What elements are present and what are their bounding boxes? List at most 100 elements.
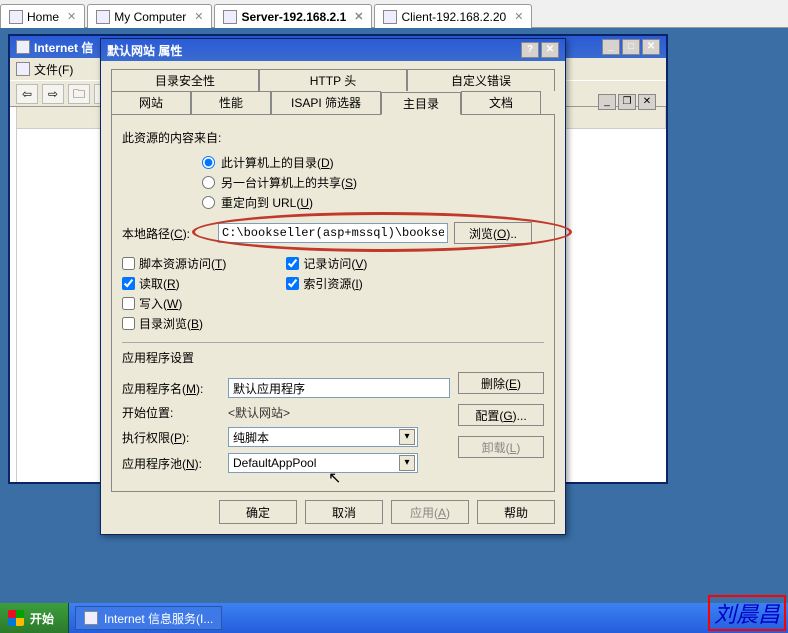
browse-button[interactable]: 浏览(O).. (454, 222, 532, 244)
vm-tab-label: Client-192.168.2.20 (401, 10, 506, 24)
radio-share-label: 另一台计算机上的共享(S) (221, 174, 357, 191)
app-settings-label: 应用程序设置 (122, 349, 544, 366)
chevron-down-icon: ▾ (399, 455, 415, 471)
close-icon[interactable]: ✕ (514, 10, 523, 23)
dialog-button-row: 确定 取消 应用(A) 帮助 (111, 500, 555, 524)
vm-tab-bar: Home ✕ My Computer ✕ Server-192.168.2.1 … (0, 0, 788, 28)
radio-redirect-label: 重定向到 URL(U) (221, 194, 313, 211)
app-name-input[interactable] (228, 378, 450, 398)
close-button[interactable]: ✕ (541, 42, 559, 58)
local-path-input[interactable] (218, 223, 448, 243)
tab-website[interactable]: 网站 (111, 91, 191, 114)
vm-tab-label: My Computer (114, 10, 186, 24)
website-properties-dialog: 默认网站 属性 ? ✕ 目录安全性 HTTP 头 自定义错误 网站 性能 ISA… (100, 38, 566, 535)
radio-redirect-url[interactable] (202, 196, 215, 209)
mdi-close-button[interactable]: ✕ (638, 94, 656, 110)
local-path-label: 本地路径(C): (122, 225, 212, 242)
iis-app-icon (16, 40, 30, 54)
radio-local-label: 此计算机上的目录(D) (221, 154, 334, 171)
permissions-grid: 脚本资源访问(T) 读取(R) 写入(W) 目录浏览(B) 记录访问(V) 索引… (122, 254, 544, 332)
local-path-row: 本地路径(C): 浏览(O).. (122, 222, 544, 244)
mdi-minimize-button[interactable]: _ (598, 94, 616, 110)
close-icon[interactable]: ✕ (67, 10, 76, 23)
start-button[interactable]: 开始 (0, 603, 69, 633)
close-icon[interactable]: ✕ (354, 10, 363, 23)
dlg-help-button[interactable]: 帮助 (477, 500, 555, 524)
taskbar-item-label: Internet 信息服务(I... (104, 610, 213, 627)
tab-isapi[interactable]: ISAPI 筛选器 (271, 91, 381, 114)
remove-button[interactable]: 删除(E) (458, 372, 544, 394)
up-button[interactable]: 🗀 (68, 84, 90, 104)
taskbar: 开始 Internet 信息服务(I... (0, 603, 788, 633)
help-button[interactable]: ? (521, 42, 539, 58)
vm-tab-label: Server-192.168.2.1 (241, 10, 346, 24)
start-label: 开始 (30, 610, 54, 627)
tab-home-directory[interactable]: 主目录 (381, 92, 461, 115)
tab-http-headers[interactable]: HTTP 头 (259, 69, 407, 91)
vm-tab-server[interactable]: Server-192.168.2.1 ✕ (214, 4, 372, 28)
app-icon (16, 62, 30, 76)
app-pool-label: 应用程序池(N): (122, 455, 222, 472)
windows-flag-icon (8, 610, 24, 626)
vm-tab-label: Home (27, 10, 59, 24)
home-icon (9, 10, 23, 24)
content-source-radios: 此计算机上的目录(D) 另一台计算机上的共享(S) 重定向到 URL(U) (202, 152, 544, 212)
home-directory-panel: 此资源的内容来自: 此计算机上的目录(D) 另一台计算机上的共享(S) 重定向到… (111, 115, 555, 492)
app-pool-value: DefaultAppPool (233, 456, 316, 470)
menu-file[interactable]: 文件(F) (34, 61, 73, 78)
tab-performance[interactable]: 性能 (191, 91, 271, 114)
chk-write[interactable] (122, 297, 135, 310)
chk-log-visits[interactable] (286, 257, 299, 270)
chk-read[interactable] (122, 277, 135, 290)
vm-tab-home[interactable]: Home ✕ (0, 4, 85, 28)
client-icon (383, 10, 397, 24)
chk-index-label: 索引资源(I) (303, 275, 362, 292)
chk-dir-browse[interactable] (122, 317, 135, 330)
configure-button[interactable]: 配置(G)... (458, 404, 544, 426)
close-icon[interactable]: ✕ (194, 10, 203, 23)
apply-button[interactable]: 应用(A) (391, 500, 469, 524)
content-source-label: 此资源的内容来自: (122, 129, 544, 146)
chk-script-label: 脚本资源访问(T) (139, 255, 226, 272)
exec-perm-label: 执行权限(P): (122, 429, 222, 446)
server-icon (223, 10, 237, 24)
chk-script-access[interactable] (122, 257, 135, 270)
dialog-title-bar[interactable]: 默认网站 属性 ? ✕ (101, 39, 565, 61)
watermark: 刘晨昌 (708, 595, 786, 631)
cancel-button[interactable]: 取消 (305, 500, 383, 524)
tab-dir-security[interactable]: 目录安全性 (111, 69, 259, 91)
exec-perm-combo[interactable]: 纯脚本 ▾ (228, 427, 418, 447)
iis-task-icon (84, 611, 98, 625)
dialog-title-text: 默认网站 属性 (107, 42, 182, 59)
radio-local-dir[interactable] (202, 156, 215, 169)
close-button[interactable]: ✕ (642, 39, 660, 55)
forward-button[interactable]: ⇨ (42, 84, 64, 104)
tab-row-lower: 网站 性能 ISAPI 筛选器 主目录 文档 (111, 91, 555, 115)
chk-read-label: 读取(R) (139, 275, 180, 292)
maximize-button[interactable]: □ (622, 39, 640, 55)
vm-tab-client[interactable]: Client-192.168.2.20 ✕ (374, 4, 532, 28)
ok-button[interactable]: 确定 (219, 500, 297, 524)
chk-index-resource[interactable] (286, 277, 299, 290)
minimize-button[interactable]: _ (602, 39, 620, 55)
chk-browse-label: 目录浏览(B) (139, 315, 203, 332)
taskbar-item-iis[interactable]: Internet 信息服务(I... (75, 606, 222, 630)
app-name-label: 应用程序名(M): (122, 380, 222, 397)
chk-log-label: 记录访问(V) (303, 255, 367, 272)
chk-write-label: 写入(W) (139, 295, 182, 312)
tab-custom-errors[interactable]: 自定义错误 (407, 69, 555, 91)
back-button[interactable]: ⇦ (16, 84, 38, 104)
exec-perm-value: 纯脚本 (233, 429, 269, 446)
chevron-down-icon: ▾ (399, 429, 415, 445)
iis-title-text: Internet 信 (34, 39, 93, 56)
start-location-label: 开始位置: (122, 404, 222, 421)
start-location-value: <默认网站> (228, 404, 450, 421)
unload-button[interactable]: 卸载(L) (458, 436, 544, 458)
app-pool-combo[interactable]: DefaultAppPool ▾ (228, 453, 418, 473)
tab-row-upper: 目录安全性 HTTP 头 自定义错误 (111, 69, 555, 91)
radio-network-share[interactable] (202, 176, 215, 189)
tab-documents[interactable]: 文档 (461, 91, 541, 114)
computer-icon (96, 10, 110, 24)
mdi-restore-button[interactable]: ❐ (618, 94, 636, 110)
vm-tab-mycomputer[interactable]: My Computer ✕ (87, 4, 212, 28)
